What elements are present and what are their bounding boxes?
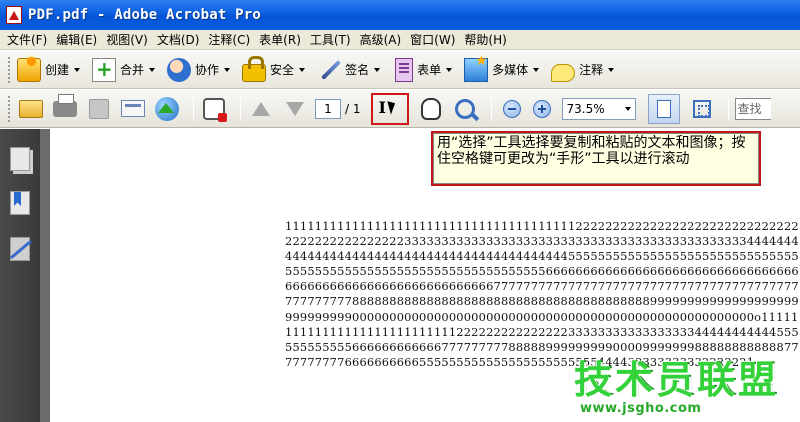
document-text[interactable]: 1111111111111111111111111111111111111112… — [285, 219, 800, 370]
zoom-in-icon — [532, 99, 551, 118]
menu-edit[interactable]: 编辑(E) — [53, 31, 103, 48]
marquee-zoom-button[interactable] — [451, 95, 479, 123]
signatures-icon[interactable] — [10, 237, 30, 261]
magnifier-icon — [454, 98, 475, 119]
fit-width-icon — [692, 99, 711, 118]
select-tool-tooltip: 用“选择”工具选择要复制和粘贴的文本和图像；按住空格键可更改为“手形”工具以进行… — [431, 131, 761, 186]
security-settings-button[interactable] — [200, 95, 228, 123]
form-icon — [395, 57, 414, 82]
menu-bar: 文件(F) 编辑(E) 视图(V) 文档(D) 注释(C) 表单(R) 工具(T… — [0, 30, 800, 50]
standard-toolbar: 1 / 1 73.5% 查找 — [0, 90, 800, 128]
chevron-down-icon — [224, 67, 231, 72]
next-page-button[interactable] — [281, 95, 309, 123]
chevron-down-icon[interactable] — [621, 99, 635, 119]
chevron-down-icon — [299, 67, 306, 72]
tasks-toolbar: 创建 合并 协作 安全 签名 表单 多媒体 注释 — [0, 51, 800, 89]
select-tool-button[interactable] — [370, 92, 409, 125]
hand-tool-button[interactable] — [417, 95, 445, 123]
arrow-down-icon — [286, 101, 304, 116]
zoom-value: 73.5% — [566, 101, 605, 116]
menu-document[interactable]: 文档(D) — [154, 31, 206, 48]
save-button[interactable] — [85, 95, 113, 123]
forms-label: 表单 — [417, 63, 442, 77]
comment-icon — [551, 63, 576, 82]
zoom-in-button[interactable] — [528, 95, 556, 123]
zoom-out-icon — [502, 99, 521, 118]
chevron-down-icon — [446, 67, 453, 72]
menu-window[interactable]: 窗口(W) — [407, 31, 461, 48]
envelope-icon — [121, 100, 145, 117]
fit-width-button[interactable] — [688, 95, 716, 123]
combine-button[interactable]: 合并 — [92, 55, 156, 85]
menu-tools[interactable]: 工具(T) — [307, 31, 357, 48]
comment-button[interactable]: 注释 — [551, 55, 615, 85]
print-button[interactable] — [51, 93, 79, 123]
multimedia-button[interactable]: 多媒体 — [464, 53, 540, 85]
toolbar-separator — [727, 96, 729, 121]
navigation-pane — [0, 129, 40, 422]
arrow-up-icon — [252, 101, 270, 116]
upload-button[interactable] — [153, 95, 181, 123]
search-input[interactable]: 查找 — [734, 97, 771, 120]
watermark-url: www.jsgho.com — [580, 401, 702, 416]
secure-button[interactable]: 安全 — [242, 55, 306, 85]
comment-label: 注释 — [579, 63, 604, 77]
open-button[interactable] — [17, 95, 45, 123]
window-title: PDF.pdf - Adobe Acrobat Pro — [28, 7, 261, 23]
menu-comments[interactable]: 注释(C) — [205, 31, 256, 48]
chevron-down-icon — [74, 67, 81, 72]
create-button[interactable]: 创建 — [17, 55, 81, 85]
toolbar-separator — [490, 96, 492, 121]
zoom-select[interactable]: 73.5% — [561, 97, 636, 120]
bookmarks-icon[interactable] — [10, 191, 30, 215]
collaborate-icon — [167, 57, 192, 82]
multimedia-icon — [464, 53, 489, 82]
forms-button[interactable]: 表单 — [392, 55, 453, 85]
zoom-out-button[interactable] — [498, 95, 526, 123]
chevron-down-icon — [533, 67, 540, 72]
menu-view[interactable]: 视图(V) — [103, 31, 154, 48]
toolbar-grip[interactable] — [8, 95, 11, 122]
select-cursor-icon — [377, 98, 403, 119]
chevron-down-icon — [149, 67, 156, 72]
chevron-down-icon — [608, 67, 615, 72]
pages-icon[interactable] — [10, 147, 30, 171]
upload-globe-icon — [155, 96, 179, 121]
hand-icon — [420, 97, 441, 120]
security-icon — [203, 97, 227, 122]
email-button[interactable] — [119, 95, 147, 123]
create-label: 创建 — [45, 63, 70, 77]
title-bar: PDF.pdf - Adobe Acrobat Pro — [0, 0, 800, 30]
collaborate-button[interactable]: 协作 — [167, 55, 231, 85]
sign-button[interactable]: 签名 — [317, 55, 381, 85]
menu-file[interactable]: 文件(F) — [4, 31, 53, 48]
chevron-down-icon — [374, 67, 381, 72]
acrobat-app-icon — [6, 6, 22, 24]
page-total: / 1 — [345, 101, 361, 116]
menu-help[interactable]: 帮助(H) — [461, 31, 512, 48]
toolbar-separator — [193, 96, 194, 121]
folder-icon — [19, 99, 43, 118]
disk-icon — [89, 98, 109, 119]
watermark: 技术员联盟 www.jsgho.com — [560, 355, 800, 422]
watermark-logo: 技术员联盟 — [574, 358, 780, 402]
previous-page-button[interactable] — [247, 95, 275, 123]
create-pdf-icon — [17, 56, 41, 82]
collaborate-label: 协作 — [195, 63, 220, 77]
combine-label: 合并 — [120, 63, 145, 77]
printer-icon — [53, 93, 77, 117]
combine-icon — [92, 57, 117, 82]
secure-label: 安全 — [270, 63, 295, 77]
page-number-input[interactable]: 1 — [315, 98, 341, 119]
menu-advanced[interactable]: 高级(A) — [357, 31, 408, 48]
fit-page-button[interactable] — [647, 93, 680, 124]
multimedia-label: 多媒体 — [492, 63, 529, 77]
pen-icon — [317, 58, 341, 82]
toolbar-grip[interactable] — [8, 56, 11, 83]
menu-forms[interactable]: 表单(R) — [256, 31, 307, 48]
sign-label: 签名 — [345, 63, 370, 77]
fit-page-icon — [656, 99, 671, 118]
lock-icon — [242, 55, 267, 82]
toolbar-separator — [240, 96, 241, 121]
